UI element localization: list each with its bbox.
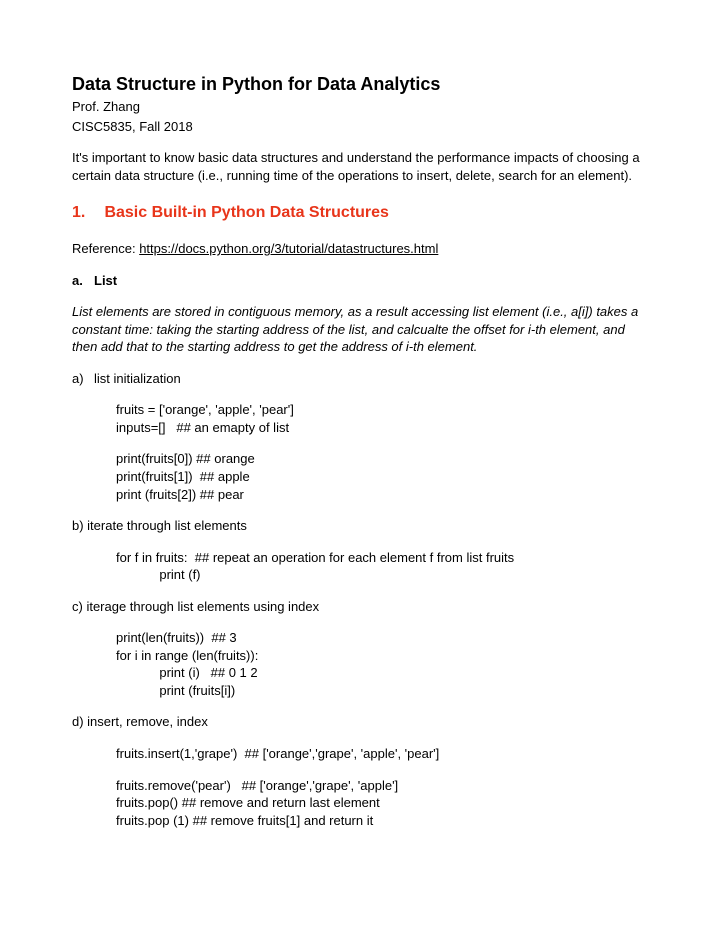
list-description: List elements are stored in contiguous m…: [72, 303, 648, 356]
item-a-label: a)list initialization: [72, 370, 648, 388]
reference-line: Reference: https://docs.python.org/3/tut…: [72, 240, 648, 258]
item-a-letter: a): [72, 370, 94, 388]
item-b-label: b) iterate through list elements: [72, 517, 648, 535]
section-number: 1.: [72, 202, 100, 224]
item-a-code2: print(fruits[0]) ## orange print(fruits[…: [72, 450, 648, 503]
section-title: Basic Built-in Python Data Structures: [104, 204, 389, 221]
item-a-code1: fruits = ['orange', 'apple', 'pear'] inp…: [72, 401, 648, 436]
item-c-label: c) iterage through list elements using i…: [72, 598, 648, 616]
item-a-title: list initialization: [94, 371, 181, 386]
document-title: Data Structure in Python for Data Analyt…: [72, 72, 648, 96]
subsection-letter: a.: [72, 272, 94, 290]
reference-link[interactable]: https://docs.python.org/3/tutorial/datas…: [139, 241, 438, 256]
item-c-code: print(len(fruits)) ## 3 for i in range (…: [72, 629, 648, 699]
item-d-label: d) insert, remove, index: [72, 713, 648, 731]
item-b-code: for f in fruits: ## repeat an operation …: [72, 549, 648, 584]
intro-paragraph: It's important to know basic data struct…: [72, 149, 648, 184]
reference-label: Reference:: [72, 241, 139, 256]
section-heading: 1. Basic Built-in Python Data Structures: [72, 202, 648, 224]
subsection-title: List: [94, 273, 117, 288]
course-line: CISC5835, Fall 2018: [72, 118, 648, 136]
item-d-code1: fruits.insert(1,'grape') ## ['orange','g…: [72, 745, 648, 763]
item-d-code2: fruits.remove('pear') ## ['orange','grap…: [72, 777, 648, 830]
subsection-a: a.List: [72, 272, 648, 290]
author-line: Prof. Zhang: [72, 98, 648, 116]
